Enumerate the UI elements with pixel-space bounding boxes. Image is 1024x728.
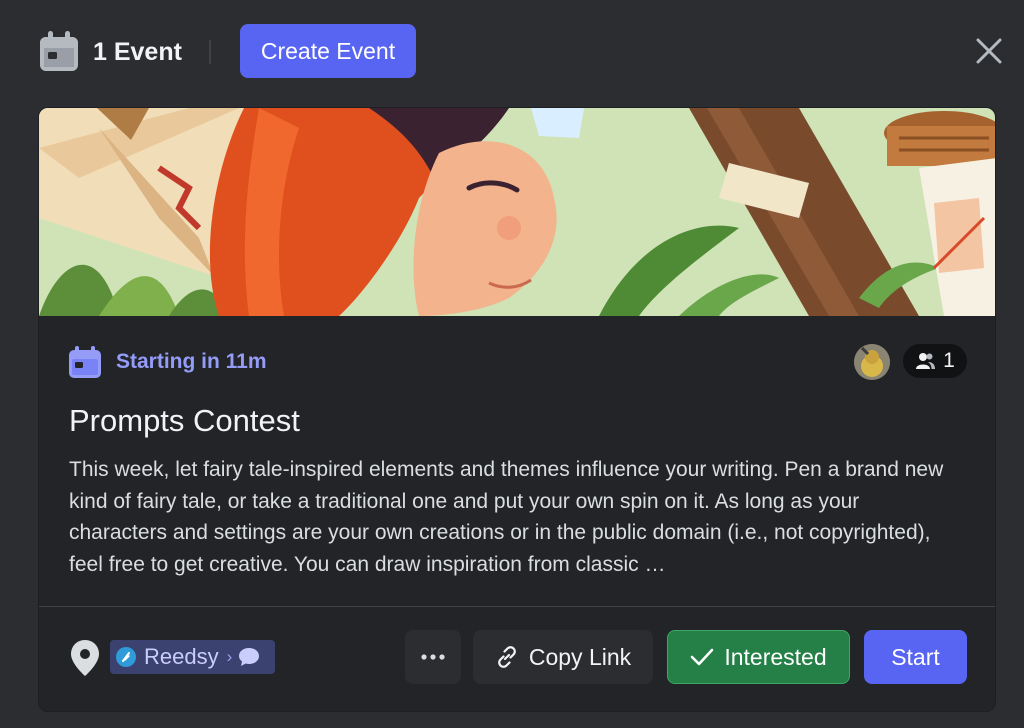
- avatar[interactable]: [854, 344, 890, 380]
- create-event-button[interactable]: Create Event: [240, 24, 416, 78]
- interested-button[interactable]: Interested: [667, 630, 850, 684]
- start-label: Start: [891, 643, 940, 670]
- speech-bubble-icon: [238, 647, 260, 667]
- event-banner-image: [39, 108, 995, 316]
- event-count: 1 Event: [93, 38, 182, 66]
- more-horizontal-icon: [421, 654, 445, 660]
- interested-label: Interested: [724, 643, 827, 670]
- copy-link-button[interactable]: Copy Link: [473, 630, 653, 684]
- copy-link-label: Copy Link: [528, 643, 632, 670]
- more-options-button[interactable]: [405, 630, 461, 684]
- card-divider: [39, 606, 995, 607]
- location-pin-icon: [71, 640, 99, 676]
- close-icon: [976, 38, 1002, 64]
- avatar-image: [854, 344, 890, 380]
- modal-header: 1 Event Create Event: [0, 0, 1024, 104]
- calendar-icon: [40, 31, 78, 71]
- header-divider: [209, 40, 211, 64]
- link-icon: [497, 646, 516, 668]
- attendee-count: 1: [943, 349, 955, 372]
- event-modal: 1 Event Create Event Starting in 11m 1 P…: [0, 0, 1024, 728]
- attendee-count-badge[interactable]: 1: [903, 344, 967, 378]
- close-button[interactable]: [970, 32, 1008, 70]
- chevron-right-icon: ›: [226, 647, 233, 666]
- reedsy-logo-icon: [116, 647, 136, 667]
- event-card[interactable]: Starting in 11m 1 Prompts Contest This w…: [38, 107, 996, 712]
- event-start-status: Starting in 11m: [116, 350, 267, 373]
- event-description: This week, let fairy tale-inspired eleme…: [69, 458, 944, 576]
- channel-name: Reedsy: [144, 644, 219, 669]
- channel-mention[interactable]: Reedsy ›: [110, 640, 275, 674]
- people-icon: [916, 353, 936, 369]
- event-title: Prompts Contest: [69, 403, 300, 438]
- checkmark-icon: [691, 648, 714, 666]
- start-event-button[interactable]: Start: [864, 630, 967, 684]
- calendar-icon: [69, 346, 101, 378]
